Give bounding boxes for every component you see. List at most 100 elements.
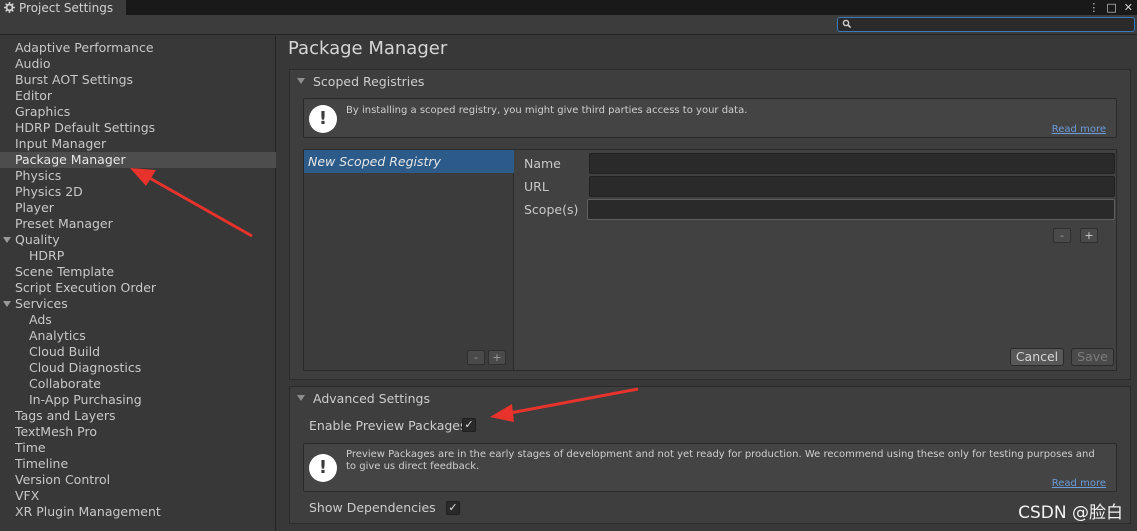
sidebar-item-label: XR Plugin Management <box>15 504 161 519</box>
sidebar-item-label: In-App Purchasing <box>29 392 142 407</box>
sidebar-item-cloud-diagnostics[interactable]: Cloud Diagnostics <box>0 360 276 376</box>
show-dependencies-checkbox[interactable]: ✓ <box>446 501 460 515</box>
scopes-label: Scope(s) <box>524 202 579 217</box>
sidebar-item-label: Cloud Build <box>29 344 101 359</box>
sidebar-item-tags-and-layers[interactable]: Tags and Layers <box>0 408 276 424</box>
sidebar-item-textmesh-pro[interactable]: TextMesh Pro <box>0 424 276 440</box>
sidebar-item-label: Tags and Layers <box>15 408 116 423</box>
enable-preview-checkbox[interactable]: ✓ <box>462 418 476 432</box>
sidebar-item-label: Preset Manager <box>15 216 113 231</box>
foldout-icon[interactable] <box>297 78 305 84</box>
sidebar-item-label: Analytics <box>29 328 86 343</box>
sidebar-item-label: Cloud Diagnostics <box>29 360 142 375</box>
sidebar-item-ads[interactable]: Ads <box>0 312 276 328</box>
sidebar-item-in-app-purchasing[interactable]: In-App Purchasing <box>0 392 276 408</box>
section-title: Scoped Registries <box>313 73 425 89</box>
gear-icon <box>4 2 15 13</box>
add-registry-button[interactable]: + <box>488 350 506 365</box>
sidebar-item-physics-2d[interactable]: Physics 2D <box>0 184 276 200</box>
scoped-registries-header[interactable]: Scoped Registries <box>290 70 1130 92</box>
sidebar-item-label: Timeline <box>15 456 69 471</box>
save-button[interactable]: Save <box>1071 348 1114 366</box>
sidebar-item-label: Script Execution Order <box>15 280 157 295</box>
sidebar-item-label: VFX <box>15 488 40 503</box>
sidebar-item-services[interactable]: Services <box>0 296 276 312</box>
sidebar-item-timeline[interactable]: Timeline <box>0 456 276 472</box>
watermark: CSDN @脸白 <box>1018 503 1123 523</box>
cancel-button[interactable]: Cancel <box>1010 348 1064 366</box>
window-tab[interactable]: Project Settings <box>0 0 126 15</box>
sidebar-item-label: Time <box>15 440 46 455</box>
registry-list: New Scoped Registry - + <box>304 150 514 370</box>
enable-preview-label: Enable Preview Packages <box>309 418 467 433</box>
sidebar-item-label: HDRP Default Settings <box>15 120 156 135</box>
sidebar-item-label: Quality <box>15 232 60 247</box>
remove-scope-button[interactable]: - <box>1053 228 1071 243</box>
sidebar-item-adaptive-performance[interactable]: Adaptive Performance <box>0 40 276 56</box>
scope-buttons: - + <box>1053 228 1098 243</box>
sidebar-item-label: Adaptive Performance <box>15 40 154 55</box>
sidebar-item-player[interactable]: Player <box>0 200 276 216</box>
sidebar-item-graphics[interactable]: Graphics <box>0 104 276 120</box>
sidebar-item-scene-template[interactable]: Scene Template <box>0 264 276 280</box>
sidebar-item-preset-manager[interactable]: Preset Manager <box>0 216 276 232</box>
sidebar-item-analytics[interactable]: Analytics <box>0 328 276 344</box>
sidebar-item-input-manager[interactable]: Input Manager <box>0 136 276 152</box>
close-icon[interactable]: ✕ <box>1124 1 1133 14</box>
sidebar-item-editor[interactable]: Editor <box>0 88 276 104</box>
foldout-icon[interactable] <box>3 301 11 307</box>
sidebar-item-label: Scene Template <box>15 264 115 279</box>
page-title: Package Manager <box>288 38 448 59</box>
sidebar-item-label: Package Manager <box>15 152 126 167</box>
sidebar-item-hdrp-default[interactable]: HDRP Default Settings <box>0 120 276 136</box>
sidebar-item-xr-plugin-management[interactable]: XR Plugin Management <box>0 504 276 520</box>
sidebar-item-label: Services <box>15 296 68 311</box>
sidebar-item-label: TextMesh Pro <box>15 424 97 439</box>
add-scope-button[interactable]: + <box>1080 228 1098 243</box>
sidebar-item-label: Burst AOT Settings <box>15 72 134 87</box>
sidebar-item-cloud-build[interactable]: Cloud Build <box>0 344 276 360</box>
advanced-settings-section: Advanced Settings Enable Preview Package… <box>289 386 1131 524</box>
exclamation-icon: ! <box>309 105 337 133</box>
sidebar-item-burst-aot[interactable]: Burst AOT Settings <box>0 72 276 88</box>
sidebar-item-label: Ads <box>29 312 52 327</box>
search-input[interactable] <box>837 17 1135 32</box>
sidebar-item-label: Player <box>15 200 54 215</box>
sidebar-item-label: Collaborate <box>29 376 101 391</box>
registry-list-item[interactable]: New Scoped Registry <box>304 150 514 173</box>
more-options-icon[interactable]: ⋮ <box>1088 1 1099 14</box>
registry-list-buttons: - + <box>467 350 506 365</box>
name-field[interactable] <box>589 153 1115 174</box>
scoped-registries-section: Scoped Registries ! By installing a scop… <box>289 69 1131 380</box>
sidebar-item-package-manager[interactable]: Package Manager <box>0 152 276 168</box>
sidebar-item-quality[interactable]: Quality <box>0 232 276 248</box>
window-title: Project Settings <box>19 0 114 15</box>
scopes-field[interactable] <box>587 199 1115 220</box>
settings-sidebar: Adaptive Performance Audio Burst AOT Set… <box>0 36 276 531</box>
sidebar-item-time[interactable]: Time <box>0 440 276 456</box>
scoped-registry-warning: ! By installing a scoped registry, you m… <box>303 98 1117 138</box>
sidebar-item-vfx[interactable]: VFX <box>0 488 276 504</box>
search-icon <box>842 19 852 29</box>
foldout-icon[interactable] <box>297 395 305 401</box>
sidebar-item-physics[interactable]: Physics <box>0 168 276 184</box>
preview-packages-warning: ! Preview Packages are in the early stag… <box>303 443 1117 492</box>
advanced-settings-header[interactable]: Advanced Settings <box>290 387 1130 409</box>
read-more-link[interactable]: Read more <box>1052 478 1106 489</box>
read-more-link[interactable]: Read more <box>1052 124 1106 135</box>
section-title: Advanced Settings <box>313 390 430 406</box>
sidebar-item-audio[interactable]: Audio <box>0 56 276 72</box>
sidebar-item-script-execution-order[interactable]: Script Execution Order <box>0 280 276 296</box>
sidebar-item-label: HDRP <box>29 248 65 263</box>
name-label: Name <box>524 156 561 171</box>
remove-registry-button[interactable]: - <box>467 350 485 365</box>
sidebar-item-version-control[interactable]: Version Control <box>0 472 276 488</box>
sidebar-item-hdrp[interactable]: HDRP <box>0 248 276 264</box>
window-titlebar: Project Settings ⋮ □ ✕ <box>0 0 1137 15</box>
sidebar-item-collaborate[interactable]: Collaborate <box>0 376 276 392</box>
sidebar-item-label: Editor <box>15 88 52 103</box>
url-field[interactable] <box>589 176 1115 197</box>
foldout-icon[interactable] <box>3 237 11 243</box>
maximize-icon[interactable]: □ <box>1106 1 1116 14</box>
window-controls: ⋮ □ ✕ <box>1088 0 1133 15</box>
